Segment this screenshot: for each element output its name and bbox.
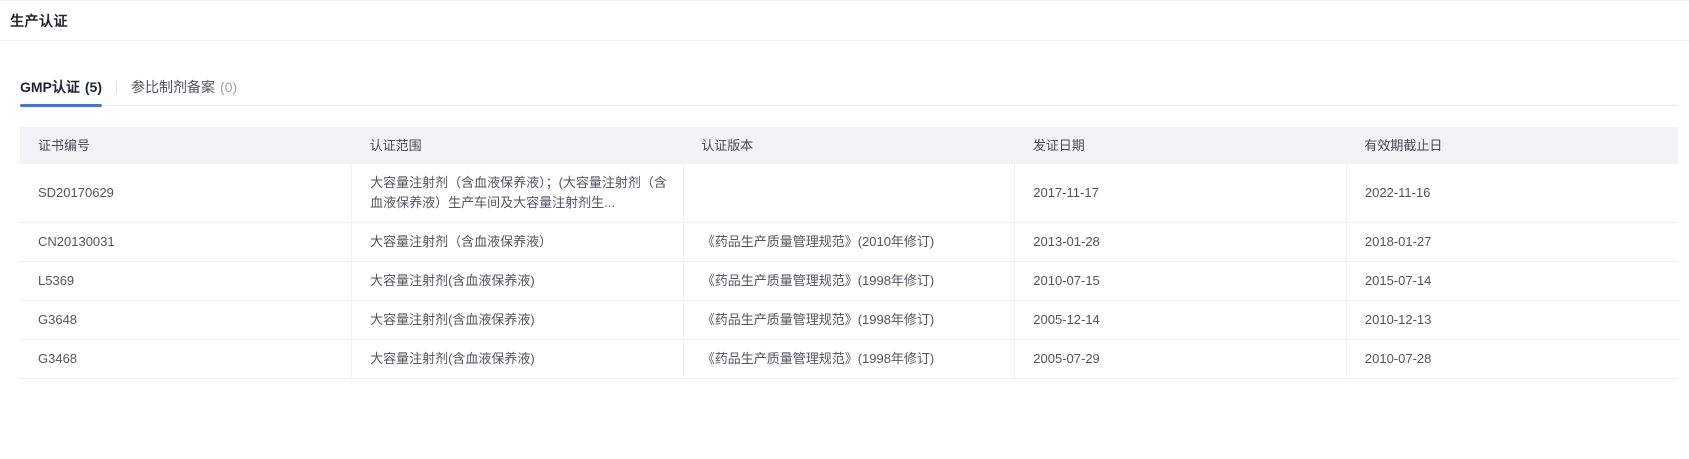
cell-issue-date: 2010-07-15	[1014, 261, 1347, 301]
table-row: CN20130031 大容量注射剂（含血液保养液） 《药品生产质量管理规范》(2…	[20, 222, 1678, 262]
column-header-issue-date: 发证日期	[1014, 127, 1347, 164]
cell-certificate-no: CN20130031	[20, 222, 353, 262]
cell-certification-scope: 大容量注射剂(含血液保养液)	[351, 339, 684, 379]
tab-reference-preparation-filing[interactable]: 参比制剂备案 (0)	[131, 68, 237, 105]
cell-certification-version: 《药品生产质量管理规范》(2010年修订)	[683, 222, 1016, 262]
cell-issue-date: 2013-01-28	[1014, 222, 1347, 262]
column-header-certificate-no: 证书编号	[20, 127, 352, 164]
cell-certification-version: 《药品生产质量管理规范》(1998年修订)	[683, 300, 1016, 340]
cell-expiry-date: 2022-11-16	[1346, 164, 1678, 223]
page-title: 生产认证	[10, 12, 68, 29]
table-row: G3468 大容量注射剂(含血液保养液) 《药品生产质量管理规范》(1998年修…	[20, 339, 1678, 379]
tab-bar: GMP认证 (5) 参比制剂备案 (0)	[20, 68, 1678, 107]
tab-divider	[116, 79, 118, 94]
section-header-bar: 生产认证	[0, 0, 1689, 41]
certificates-table-container: 证书编号 认证范围 认证版本 发证日期 有效期截止日 SD20170629 大容…	[20, 127, 1678, 379]
cell-certificate-no: G3648	[20, 300, 353, 340]
cell-issue-date: 2005-07-29	[1014, 339, 1347, 379]
tab-count-badge: (5)	[84, 78, 103, 95]
cell-certificate-no: L5369	[20, 261, 353, 301]
cell-issue-date: 2017-11-17	[1014, 164, 1347, 223]
cell-certification-scope: 大容量注射剂(含血液保养液)	[351, 300, 684, 340]
column-header-expiry-date: 有效期截止日	[1346, 127, 1678, 164]
table-row: G3648 大容量注射剂(含血液保养液) 《药品生产质量管理规范》(1998年修…	[20, 300, 1678, 340]
cell-expiry-date: 2010-07-28	[1346, 339, 1678, 379]
cell-issue-date: 2005-12-14	[1014, 300, 1347, 340]
cell-certification-scope: 大容量注射剂（含血液保养液）	[351, 222, 684, 262]
table-row: SD20170629 大容量注射剂（含血液保养液）；(大容量注射剂（含血液保养液…	[20, 164, 1678, 223]
cell-expiry-date: 2018-01-27	[1346, 222, 1678, 262]
cell-certification-version: 《药品生产质量管理规范》(1998年修订)	[683, 339, 1016, 379]
cell-expiry-date: 2010-12-13	[1346, 300, 1678, 340]
cell-certification-scope: 大容量注射剂(含血液保养液)	[351, 261, 684, 301]
tab-count-badge: (0)	[220, 78, 238, 95]
column-header-certification-version: 认证版本	[683, 127, 1015, 164]
tab-label: GMP认证	[20, 78, 80, 95]
table-header-row: 证书编号 认证范围 认证版本 发证日期 有效期截止日	[20, 127, 1678, 164]
tab-label: 参比制剂备案	[131, 78, 216, 95]
certificates-table: 证书编号 认证范围 认证版本 发证日期 有效期截止日 SD20170629 大容…	[20, 127, 1678, 379]
cell-certification-scope: 大容量注射剂（含血液保养液）；(大容量注射剂（含血液保养液）生产车间及大容量注射…	[351, 164, 684, 223]
table-row: L5369 大容量注射剂(含血液保养液) 《药品生产质量管理规范》(1998年修…	[20, 261, 1678, 301]
table-body: SD20170629 大容量注射剂（含血液保养液）；(大容量注射剂（含血液保养液…	[20, 164, 1678, 379]
cell-certificate-no: SD20170629	[20, 164, 353, 223]
main-content: GMP认证 (5) 参比制剂备案 (0) 证书编号 认证范围 认证版本 发证日期…	[0, 68, 1689, 379]
cell-certification-version	[683, 164, 1016, 223]
tab-gmp-certification[interactable]: GMP认证 (5)	[20, 68, 103, 107]
cell-expiry-date: 2015-07-14	[1346, 261, 1678, 301]
column-header-certification-scope: 认证范围	[351, 127, 684, 164]
cell-certificate-no: G3468	[20, 339, 353, 379]
cell-certification-version: 《药品生产质量管理规范》(1998年修订)	[683, 261, 1016, 301]
